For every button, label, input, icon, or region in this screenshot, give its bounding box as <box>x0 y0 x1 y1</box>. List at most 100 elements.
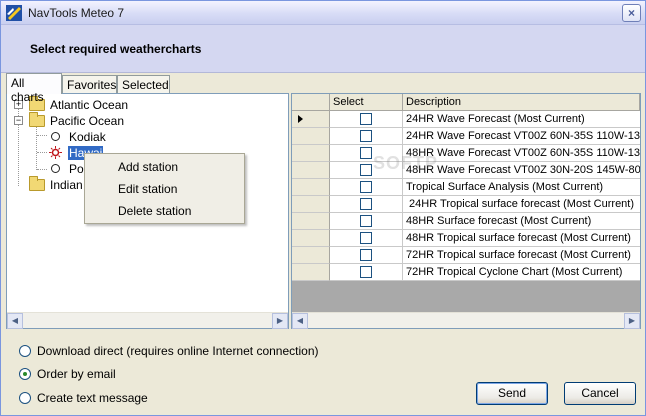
tree-item-label: Po <box>69 162 84 176</box>
scroll-right-icon[interactable]: ▶ <box>624 313 640 329</box>
description-cell: 24HR Tropical surface forecast (Most Cur… <box>403 196 640 213</box>
row-header-corner <box>292 94 330 111</box>
select-cell[interactable] <box>330 264 403 281</box>
send-button[interactable]: Send <box>476 382 548 405</box>
option-label: Download direct (requires online Interne… <box>37 344 319 358</box>
menu-item-delete-station[interactable]: Delete station <box>118 204 191 224</box>
column-header-description[interactable]: Description <box>403 94 640 111</box>
select-checkbox[interactable] <box>360 232 372 244</box>
tree-item-label: Pacific Ocean <box>50 114 125 128</box>
select-cell[interactable] <box>330 247 403 264</box>
navtools-logo-icon <box>6 5 22 21</box>
cancel-button[interactable]: Cancel <box>564 382 636 405</box>
table-row[interactable]: 72HR Tropical Cyclone Chart (Most Curren… <box>292 264 640 281</box>
select-cell[interactable] <box>330 111 403 128</box>
select-cell[interactable] <box>330 179 403 196</box>
tab-all-charts[interactable]: All charts <box>6 73 62 104</box>
close-icon: × <box>627 6 635 20</box>
description-cell: 24HR Wave Forecast (Most Current) <box>403 111 640 128</box>
select-checkbox[interactable] <box>360 147 372 159</box>
option-label: Order by email <box>37 367 116 381</box>
active-station-icon <box>49 146 62 159</box>
menu-item-edit-station[interactable]: Edit station <box>118 182 177 202</box>
description-cell: Tropical Surface Analysis (Most Current) <box>403 179 640 196</box>
scroll-left-icon[interactable]: ◀ <box>292 313 308 329</box>
table-row[interactable]: 24HR Wave Forecast (Most Current) <box>292 111 640 128</box>
menu-item-add-station[interactable]: Add station <box>118 160 178 180</box>
weatherchart-grid[interactable]: Select Description 24HR Wave Forecast (M… <box>291 93 641 329</box>
description-cell: 72HR Tropical Cyclone Chart (Most Curren… <box>403 264 640 281</box>
title-bar: NavTools Meteo 7 × <box>1 1 645 25</box>
select-cell[interactable] <box>330 230 403 247</box>
row-header[interactable] <box>292 128 330 145</box>
grid-header-row: Select Description <box>292 94 640 111</box>
radio-button-checked[interactable] <box>19 368 31 380</box>
radio-button[interactable] <box>19 392 31 404</box>
select-checkbox[interactable] <box>360 181 372 193</box>
select-checkbox[interactable] <box>360 164 372 176</box>
tab-selected[interactable]: Selected <box>117 75 170 93</box>
table-row[interactable]: 48HR Wave Forecast VT00Z 30N-20S 145W-80 <box>292 162 640 179</box>
select-checkbox[interactable] <box>360 249 372 261</box>
table-row[interactable]: 72HR Tropical surface forecast (Most Cur… <box>292 247 640 264</box>
select-checkbox[interactable] <box>360 215 372 227</box>
tree-horizontal-scrollbar[interactable]: ◀ ▶ <box>7 312 288 329</box>
table-row[interactable]: Tropical Surface Analysis (Most Current) <box>292 179 640 196</box>
description-cell: 72HR Tropical surface forecast (Most Cur… <box>403 247 640 264</box>
row-header[interactable] <box>292 247 330 264</box>
station-icon <box>51 164 60 173</box>
table-row[interactable]: 48HR Wave Forecast VT00Z 60N-35S 110W-13 <box>292 145 640 162</box>
watermark: SOFTP <box>373 153 439 173</box>
description-cell: 48HR Wave Forecast VT00Z 30N-20S 145W-80 <box>403 162 640 179</box>
tree-item-label: Kodiak <box>69 130 106 144</box>
grid-horizontal-scrollbar[interactable]: ◀ ▶ <box>292 312 640 329</box>
row-header[interactable] <box>292 264 330 281</box>
page-heading: Select required weathercharts <box>30 42 202 56</box>
app-window: NavTools Meteo 7 × Select required weath… <box>0 0 646 416</box>
scroll-right-icon[interactable]: ▶ <box>272 313 288 329</box>
option-download-direct[interactable]: Download direct (requires online Interne… <box>19 343 319 359</box>
folder-icon <box>29 112 45 127</box>
select-cell[interactable] <box>330 196 403 213</box>
description-cell: 48HR Tropical surface forecast (Most Cur… <box>403 230 640 247</box>
table-row[interactable]: 24HR Tropical surface forecast (Most Cur… <box>292 196 640 213</box>
table-row[interactable]: 48HR Tropical surface forecast (Most Cur… <box>292 230 640 247</box>
row-header[interactable] <box>292 145 330 162</box>
select-checkbox[interactable] <box>360 198 372 210</box>
option-label: Create text message <box>37 391 148 405</box>
folder-icon <box>29 176 45 191</box>
tree-item-label: Atlantic Ocean <box>50 98 129 112</box>
row-header[interactable] <box>292 162 330 179</box>
station-context-menu: Add station Edit station Delete station <box>84 153 245 224</box>
select-checkbox[interactable] <box>360 113 372 125</box>
scroll-left-icon[interactable]: ◀ <box>7 313 23 329</box>
select-checkbox[interactable] <box>360 130 372 142</box>
row-header[interactable] <box>292 179 330 196</box>
row-header[interactable] <box>292 230 330 247</box>
tree-item-label: Indian <box>50 178 83 192</box>
description-cell: 48HR Wave Forecast VT00Z 60N-35S 110W-13 <box>403 145 640 162</box>
column-header-select[interactable]: Select <box>330 94 403 111</box>
select-cell[interactable] <box>330 213 403 230</box>
tree-item-pacific-ocean[interactable]: − Pacific Ocean <box>7 112 207 129</box>
select-checkbox[interactable] <box>360 266 372 278</box>
header-panel: Select required weathercharts <box>1 25 645 73</box>
option-create-text-message[interactable]: Create text message <box>19 390 219 406</box>
select-cell[interactable] <box>330 128 403 145</box>
current-row-icon <box>298 115 303 123</box>
window-title: NavTools Meteo 7 <box>28 6 125 20</box>
row-header[interactable] <box>292 213 330 230</box>
table-row[interactable]: 48HR Surface forecast (Most Current) <box>292 213 640 230</box>
option-order-by-email[interactable]: Order by email <box>19 366 219 382</box>
radio-button[interactable] <box>19 345 31 357</box>
table-row[interactable]: 24HR Wave Forecast VT00Z 60N-35S 110W-13 <box>292 128 640 145</box>
row-header[interactable] <box>292 111 330 128</box>
station-icon <box>51 132 60 141</box>
grid-body: Select Description 24HR Wave Forecast (M… <box>292 94 640 312</box>
collapse-icon[interactable]: − <box>14 116 23 125</box>
tree-item-kodiak[interactable]: Kodiak <box>7 129 207 145</box>
description-cell: 24HR Wave Forecast VT00Z 60N-35S 110W-13 <box>403 128 640 145</box>
row-header[interactable] <box>292 196 330 213</box>
tab-favorites[interactable]: Favorites <box>62 75 117 93</box>
close-button[interactable]: × <box>622 4 641 22</box>
